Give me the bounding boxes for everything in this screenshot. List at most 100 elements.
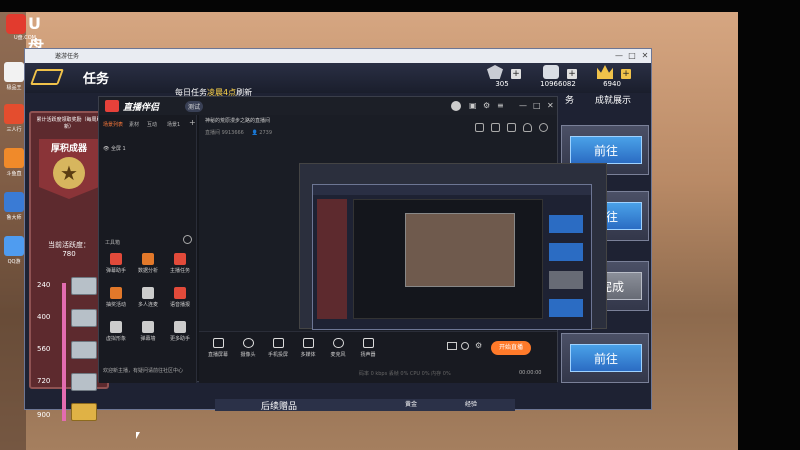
phone-icon: [273, 338, 284, 348]
eye-icon[interactable]: 👁: [103, 146, 109, 152]
chart-icon[interactable]: [507, 123, 516, 132]
collapse-icon[interactable]: [183, 235, 192, 244]
tool-label: 手机投屏: [267, 352, 288, 358]
tool-more[interactable]: 更多助手: [165, 321, 195, 347]
minimize-icon[interactable]: —: [613, 50, 625, 61]
desktop-icon-2[interactable]: [4, 104, 24, 124]
connect-icon: [142, 287, 154, 299]
tool-label: 麦克风: [330, 352, 346, 358]
tool-danmaku[interactable]: 弹幕助手: [101, 253, 131, 279]
tab-interaction[interactable]: 互动: [147, 121, 157, 128]
preview-game-window: [312, 184, 592, 330]
add-scene-icon[interactable]: +: [189, 118, 196, 127]
mouse-cursor-icon: [136, 432, 140, 439]
settings-icon[interactable]: [461, 342, 469, 350]
settings-icon[interactable]: ⚙: [483, 101, 490, 110]
desktop-icon-1[interactable]: [4, 62, 24, 82]
stream-main: 神秘的荒原漫步之路的直播间 直播间 9913666 👤 2739: [199, 115, 607, 331]
gift-icon: [174, 253, 186, 265]
tool-data[interactable]: 数据分析: [133, 253, 163, 279]
tool-lottery[interactable]: 抽奖活动: [101, 287, 131, 313]
stream-preview[interactable]: [299, 163, 607, 330]
gear-icon[interactable]: ⚙: [475, 342, 482, 350]
desktop-icon-4[interactable]: [4, 192, 24, 212]
tab-materials[interactable]: 素材: [129, 121, 139, 128]
reward-chest-icon[interactable]: [71, 373, 97, 391]
notice-text[interactable]: 欢迎新主播，有疑问请前往社区中心: [103, 367, 183, 374]
tab-scene1[interactable]: 场景1: [167, 121, 180, 128]
add-gold-button[interactable]: +: [621, 69, 631, 79]
phone-cast-button[interactable]: 手机投屏: [263, 338, 293, 362]
speaker-button[interactable]: 扬声器: [353, 338, 383, 362]
preview-titlebar: [313, 185, 591, 195]
reward-chest-gold-icon[interactable]: [71, 403, 97, 421]
maximize-icon[interactable]: □: [626, 50, 638, 61]
tool-connect[interactable]: 多人连麦: [133, 287, 163, 313]
milestone-label: 400: [37, 313, 51, 321]
record-icon[interactable]: [447, 342, 457, 350]
viewer-count: 2739: [259, 130, 273, 136]
maximize-icon[interactable]: □: [533, 101, 541, 110]
close-icon[interactable]: ✕: [547, 101, 554, 110]
reward-chest-icon[interactable]: [71, 277, 97, 295]
progress-label: 当前活跃度：: [48, 241, 90, 249]
activity-name: 厚积成器: [50, 144, 87, 154]
row-label: 黄金: [405, 401, 418, 408]
page-title: 任务: [83, 72, 110, 87]
rank-badge-icon: [487, 65, 503, 79]
tool-label: 抽奖活动: [105, 302, 126, 308]
tool-label: 摄像头: [240, 352, 256, 358]
milestone-label: 240: [37, 281, 51, 289]
shopping-bag-icon: [6, 14, 26, 34]
tool-label: 多人连麦: [137, 302, 158, 308]
tab-scene-list[interactable]: 场景列表: [103, 121, 123, 128]
add-cash-button[interactable]: +: [567, 69, 577, 79]
add-rank-button[interactable]: +: [511, 69, 521, 79]
shield-icon[interactable]: [491, 123, 500, 132]
screen: 极品王 三人行 斗鱼直 鲁大师 QQ游 U盘 U盘.COM 遨游任务 — □ ✕…: [0, 0, 800, 450]
stream-stats: 码率 0 kbps 丢帧 0% CPU 0% 内存 0%: [359, 371, 451, 377]
activity-track: [62, 283, 66, 421]
room-title: 神秘的荒原漫步之路的直播间: [205, 118, 271, 124]
skin-icon[interactable]: ▣: [469, 101, 477, 110]
microphone-button[interactable]: 麦克风: [323, 338, 353, 362]
gift-box-icon[interactable]: [475, 123, 484, 132]
tool-avatar[interactable]: 虚拟形象: [101, 321, 131, 347]
room-id: 直播间 9913666: [205, 130, 244, 136]
avatar[interactable]: [451, 101, 461, 111]
tool-voice[interactable]: 语音播报: [165, 287, 195, 313]
reward-chest-icon[interactable]: [71, 309, 97, 327]
screen-capture-button[interactable]: 直播屏幕: [203, 338, 233, 362]
go-button[interactable]: 前往: [570, 136, 642, 164]
go-button[interactable]: 前往: [570, 344, 642, 372]
resource-value: 10966082: [540, 80, 576, 88]
preview-button: [549, 215, 583, 233]
media-button[interactable]: 多媒体: [293, 338, 323, 362]
reward-chest-icon[interactable]: [71, 341, 97, 359]
media-icon: [303, 338, 314, 348]
milestone-label: 720: [37, 377, 51, 385]
scene-row[interactable]: 👁 全屏 1: [103, 145, 126, 152]
bell-icon[interactable]: [523, 123, 532, 132]
share-icon[interactable]: [539, 123, 548, 132]
tool-label: 主播任务: [169, 268, 190, 274]
preview-button: [549, 243, 583, 261]
start-live-button[interactable]: 开始直播: [491, 341, 531, 355]
tool-wall[interactable]: 弹幕墙: [133, 321, 163, 347]
camera-button[interactable]: 摄像头: [233, 338, 263, 362]
task-row-header: 后续赠品 黄金 经验: [215, 399, 515, 412]
desktop-icon-5[interactable]: [4, 236, 24, 256]
activity-card: 累计活跃度领取奖励（每周刷新） 厚积成器 ★ 当前活跃度： 780 240 40…: [29, 111, 109, 421]
tool-task[interactable]: 主播任务: [165, 253, 195, 279]
close-icon[interactable]: ✕: [639, 50, 651, 61]
minimize-icon[interactable]: —: [519, 101, 527, 110]
lottery-icon: [110, 287, 122, 299]
tool-label: 更多助手: [169, 336, 190, 342]
desktop-icon-3[interactable]: [4, 148, 24, 168]
tab-achievements[interactable]: 成就展示: [595, 93, 631, 106]
version-badge[interactable]: 测试: [185, 101, 204, 112]
data-icon: [142, 253, 154, 265]
menu-icon[interactable]: ≡: [497, 101, 504, 110]
tool-label: 直播屏幕: [207, 352, 228, 358]
tab-tasks[interactable]: 务: [565, 93, 574, 106]
